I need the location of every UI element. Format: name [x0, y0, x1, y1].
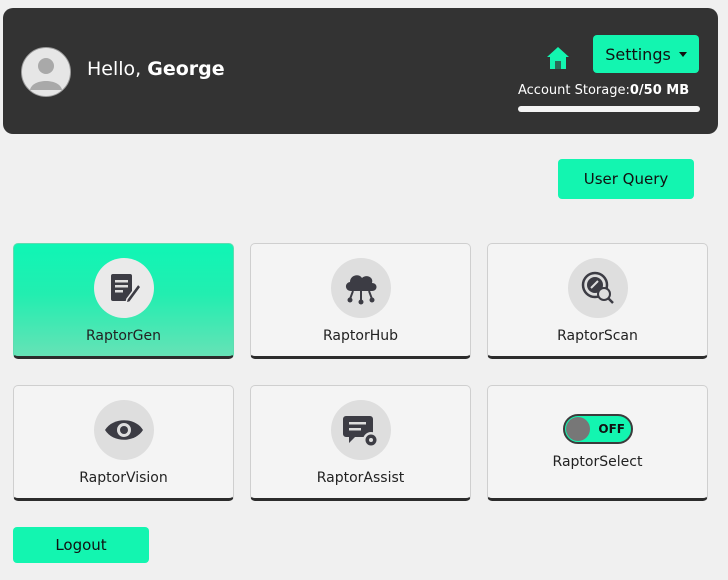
greeting-prefix: Hello,: [87, 58, 148, 80]
app-icon-circle: [330, 258, 391, 318]
app-card-raptorscan[interactable]: RaptorScan: [487, 243, 708, 359]
storage-label: Account Storage:: [518, 83, 630, 98]
app-card-raptorhub[interactable]: RaptorHub: [250, 243, 471, 359]
app-card-raptorvision[interactable]: RaptorVision: [13, 385, 234, 501]
app-label: RaptorAssist: [316, 470, 405, 486]
user-icon: [30, 58, 62, 90]
app-label: RaptorVision: [79, 470, 168, 486]
home-icon[interactable]: [544, 44, 572, 72]
app-label: RaptorSelect: [552, 454, 643, 470]
magnify-scan-icon: [581, 271, 614, 304]
app-icon-circle: [330, 400, 391, 460]
app-label: RaptorGen: [85, 328, 162, 344]
app-card-raptorassist[interactable]: RaptorAssist: [250, 385, 471, 501]
user-name: George: [147, 58, 225, 80]
storage-value: 0/50 MB: [629, 83, 690, 98]
storage-progress-bar: [518, 106, 700, 112]
account-storage: Account Storage:0/50 MB: [518, 83, 689, 98]
app-label: RaptorScan: [557, 328, 638, 344]
header-bar: Hello, George Settings Account Storage:0…: [3, 8, 718, 134]
raptorselect-toggle[interactable]: OFF: [563, 414, 633, 444]
avatar[interactable]: [21, 47, 71, 97]
app-label: RaptorHub: [323, 328, 398, 344]
user-query-button[interactable]: User Query: [558, 159, 694, 199]
settings-label: Settings: [605, 44, 671, 64]
logout-button[interactable]: Logout: [13, 527, 149, 563]
settings-button[interactable]: Settings: [593, 35, 699, 73]
chevron-down-icon: [678, 51, 687, 57]
app-icon-circle: [93, 258, 154, 318]
app-icon-circle: [93, 400, 154, 460]
greeting-text: Hello, George: [87, 58, 225, 80]
document-edit-icon: [110, 274, 142, 305]
logout-label: Logout: [55, 536, 107, 554]
eye-icon: [104, 420, 143, 440]
app-card-raptorselect[interactable]: OFF RaptorSelect: [487, 385, 708, 501]
app-card-raptorgen[interactable]: RaptorGen: [13, 243, 234, 359]
app-icon-circle: [567, 258, 628, 318]
cloud-network-icon: [345, 275, 376, 305]
user-query-label: User Query: [583, 170, 669, 188]
toggle-knob: [566, 417, 590, 441]
toggle-state: OFF: [598, 422, 625, 436]
chat-gear-icon: [342, 416, 379, 448]
